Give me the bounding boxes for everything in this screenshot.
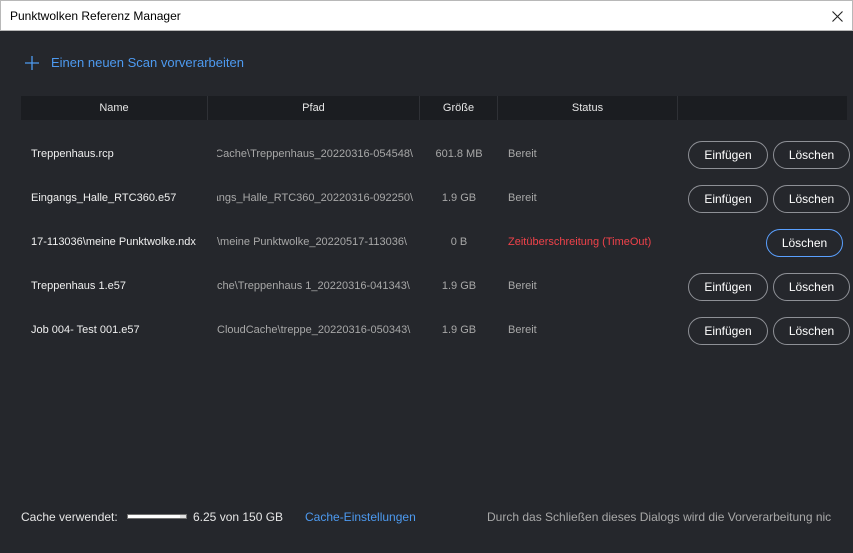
cache-value: 6.25 von 150 GB <box>193 510 284 524</box>
delete-button[interactable]: Löschen <box>773 317 850 345</box>
row-status: Bereit <box>508 324 537 336</box>
row-status-error: Zeitüberschreitung (TimeOut) <box>508 236 652 248</box>
insert-button[interactable]: Einfügen <box>688 185 768 213</box>
row-name: Treppenhaus.rcp <box>31 148 114 160</box>
footer: Cache verwendet: 6.25 von 150 GB Cache-E… <box>0 505 853 529</box>
row-size: 0 B <box>450 236 468 248</box>
insert-button[interactable]: Einfügen <box>688 273 768 301</box>
delete-button[interactable]: Löschen <box>766 229 843 257</box>
table-row: Treppenhaus 1.e57 che\Treppenhaus 1_2022… <box>21 273 853 319</box>
insert-button[interactable]: Einfügen <box>688 317 768 345</box>
table-row: Treppenhaus.rcp Cache\Treppenhaus_202203… <box>21 141 853 187</box>
row-path: CloudCache\treppe_20220316-050343\ <box>217 324 411 336</box>
row-size: 1.9 GB <box>441 192 477 204</box>
row-name: Eingangs_Halle_RTC360.e57 <box>31 192 177 204</box>
close-button[interactable] <box>822 1 852 31</box>
row-status: Bereit <box>508 280 537 292</box>
table-row: Job 004- Test 001.e57 CloudCache\treppe_… <box>21 317 853 363</box>
row-name: 17-113036\meine Punktwolke.ndx <box>31 236 196 248</box>
row-size: 601.8 MB <box>435 148 483 160</box>
row-status: Bereit <box>508 148 537 160</box>
row-path: \meine Punktwolke_20220517-113036\ <box>217 236 407 248</box>
insert-button[interactable]: Einfügen <box>688 141 768 169</box>
title-bar: Punktwolken Referenz Manager <box>0 0 853 31</box>
header-size[interactable]: Größe <box>420 96 498 120</box>
row-path: Cache\Treppenhaus_20220316-054548\ <box>217 148 413 160</box>
header-status[interactable]: Status <box>498 96 678 120</box>
header-name[interactable]: Name <box>21 96 208 120</box>
delete-button[interactable]: Löschen <box>773 141 850 169</box>
table-header: Name Pfad Größe Status <box>21 96 847 120</box>
add-scan-link[interactable]: Einen neuen Scan vorverarbeiten <box>25 55 244 70</box>
table-row: Eingangs_Halle_RTC360.e57 ngangs_Halle_R… <box>21 185 853 231</box>
row-status: Bereit <box>508 192 537 204</box>
row-name: Treppenhaus 1.e57 <box>31 280 126 292</box>
cache-usage-bar <box>127 514 187 519</box>
add-scan-label: Einen neuen Scan vorverarbeiten <box>51 55 244 70</box>
row-size: 1.9 GB <box>441 324 477 336</box>
close-icon <box>831 10 843 22</box>
header-actions <box>678 96 847 120</box>
row-size: 1.9 GB <box>441 280 477 292</box>
dialog-window: Punktwolken Referenz Manager Einen neuen… <box>0 0 853 553</box>
row-name: Job 004- Test 001.e57 <box>31 324 140 336</box>
table-row: 17-113036\meine Punktwolke.ndx \meine Pu… <box>21 229 853 275</box>
window-title: Punktwolken Referenz Manager <box>10 9 181 23</box>
delete-button[interactable]: Löschen <box>773 273 850 301</box>
row-path: che\Treppenhaus 1_20220316-041343\ <box>217 280 410 292</box>
header-path[interactable]: Pfad <box>208 96 420 120</box>
cache-settings-link[interactable]: Cache-Einstellungen <box>305 510 416 524</box>
cache-usage-fill <box>128 515 181 518</box>
close-hint: Durch das Schließen dieses Dialogs wird … <box>487 510 832 524</box>
cache-label: Cache verwendet: <box>21 510 118 524</box>
row-path: ngangs_Halle_RTC360_20220316-092250\ <box>217 192 413 204</box>
delete-button[interactable]: Löschen <box>773 185 850 213</box>
plus-icon <box>25 55 39 70</box>
